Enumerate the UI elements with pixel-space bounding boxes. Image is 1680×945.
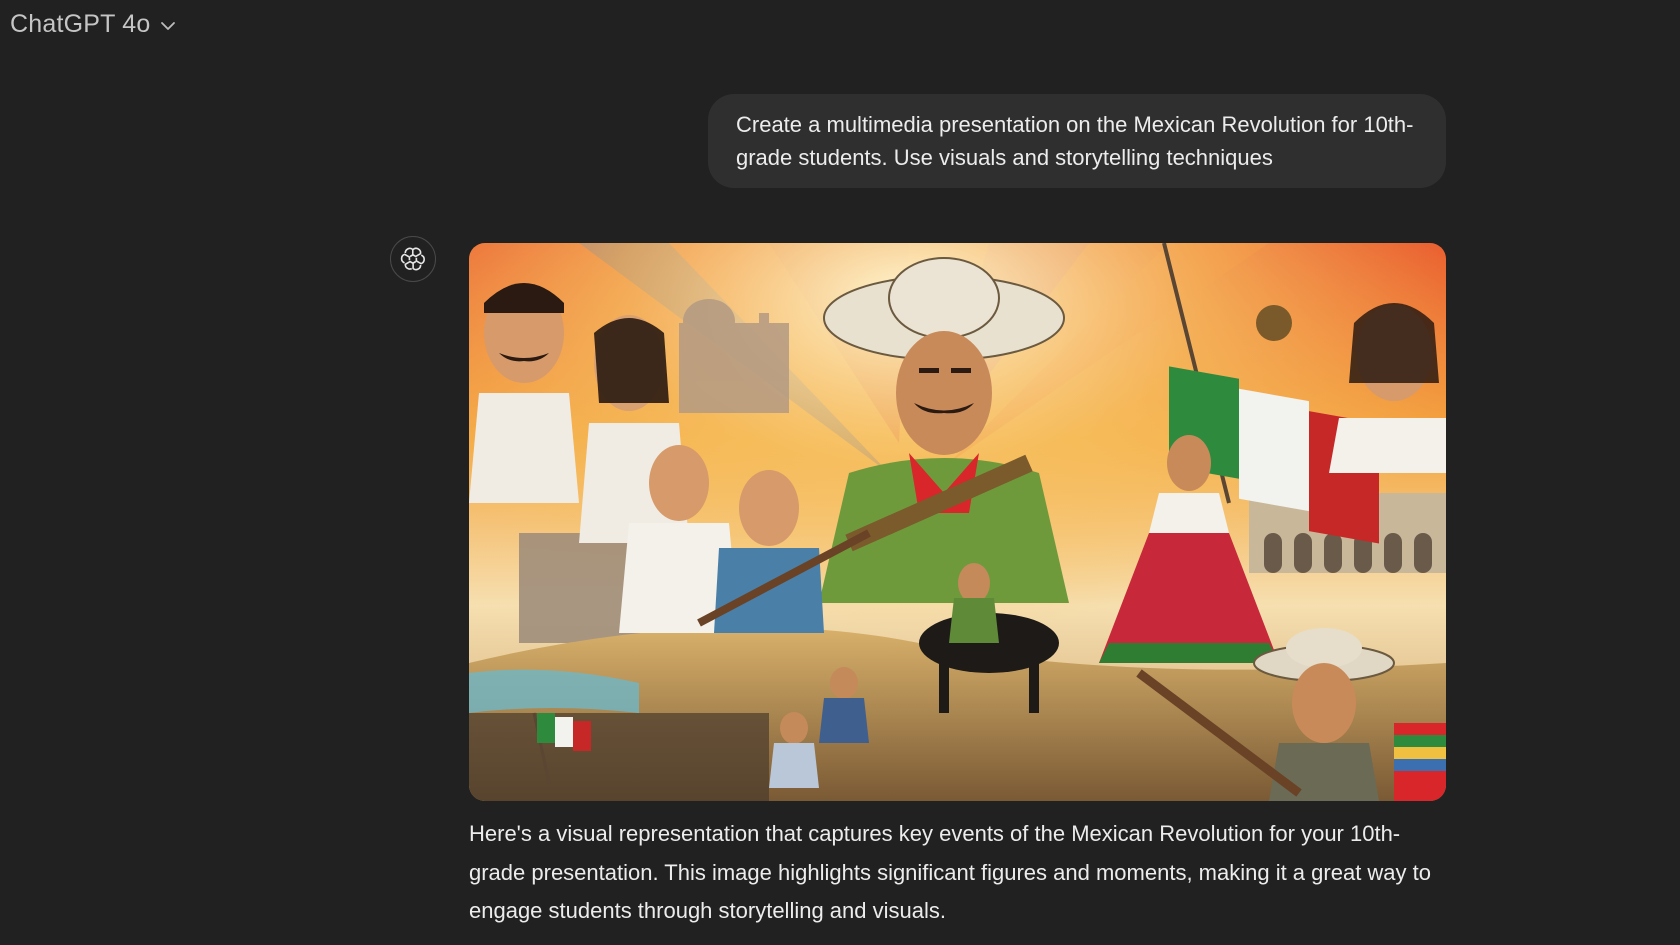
- chevron-down-icon: [159, 17, 177, 35]
- chat-page: ChatGPT 4o Create a multimedia presentat…: [0, 0, 1680, 945]
- openai-logo-icon: [400, 247, 425, 271]
- model-name: ChatGPT 4o: [10, 10, 151, 38]
- model-selector[interactable]: ChatGPT 4o: [6, 8, 181, 41]
- user-message-bubble: Create a multimedia presentation on the …: [708, 94, 1446, 188]
- user-message-text: Create a multimedia presentation on the …: [736, 112, 1414, 170]
- assistant-avatar: [390, 236, 436, 282]
- assistant-message-text: Here's a visual representation that capt…: [469, 821, 1431, 923]
- generated-image[interactable]: [469, 243, 1446, 801]
- mexican-revolution-illustration: [469, 243, 1446, 801]
